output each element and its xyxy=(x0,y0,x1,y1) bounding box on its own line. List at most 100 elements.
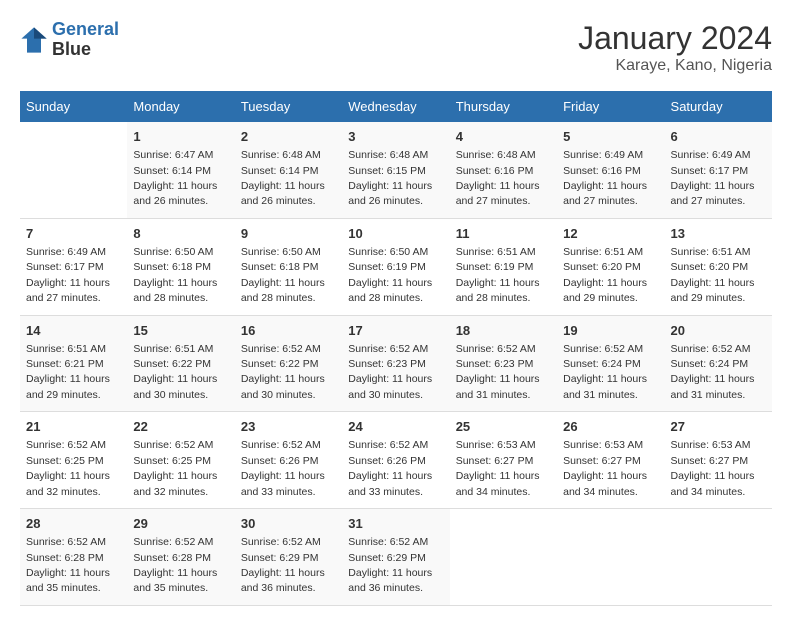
day-number: 19 xyxy=(563,322,658,340)
logo-line2: Blue xyxy=(52,40,119,60)
day-info: Sunrise: 6:47 AMSunset: 6:14 PMDaylight:… xyxy=(133,149,217,207)
logo: General Blue xyxy=(20,20,119,60)
calendar-cell xyxy=(20,122,127,218)
week-row-1: 7 Sunrise: 6:49 AMSunset: 6:17 PMDayligh… xyxy=(20,218,772,315)
day-number: 9 xyxy=(241,225,336,243)
day-number: 6 xyxy=(671,128,766,146)
calendar-cell: 2 Sunrise: 6:48 AMSunset: 6:14 PMDayligh… xyxy=(235,122,342,218)
day-info: Sunrise: 6:52 AMSunset: 6:23 PMDaylight:… xyxy=(456,343,540,401)
calendar-cell xyxy=(557,509,664,606)
day-info: Sunrise: 6:51 AMSunset: 6:21 PMDaylight:… xyxy=(26,343,110,401)
calendar-title: January 2024 xyxy=(578,20,772,57)
day-info: Sunrise: 6:52 AMSunset: 6:24 PMDaylight:… xyxy=(671,343,755,401)
day-info: Sunrise: 6:52 AMSunset: 6:28 PMDaylight:… xyxy=(26,536,110,594)
day-info: Sunrise: 6:48 AMSunset: 6:15 PMDaylight:… xyxy=(348,149,432,207)
day-number: 12 xyxy=(563,225,658,243)
title-block: January 2024 Karaye, Kano, Nigeria xyxy=(578,20,772,75)
day-number: 15 xyxy=(133,322,228,340)
calendar-cell: 29 Sunrise: 6:52 AMSunset: 6:28 PMDaylig… xyxy=(127,509,234,606)
day-number: 17 xyxy=(348,322,443,340)
day-info: Sunrise: 6:48 AMSunset: 6:16 PMDaylight:… xyxy=(456,149,540,207)
day-number: 7 xyxy=(26,225,121,243)
calendar-cell: 30 Sunrise: 6:52 AMSunset: 6:29 PMDaylig… xyxy=(235,509,342,606)
day-number: 16 xyxy=(241,322,336,340)
day-number: 5 xyxy=(563,128,658,146)
day-info: Sunrise: 6:51 AMSunset: 6:20 PMDaylight:… xyxy=(563,246,647,304)
calendar-cell: 10 Sunrise: 6:50 AMSunset: 6:19 PMDaylig… xyxy=(342,218,449,315)
page-header: General Blue January 2024 Karaye, Kano, … xyxy=(20,20,772,75)
day-number: 24 xyxy=(348,418,443,436)
day-info: Sunrise: 6:52 AMSunset: 6:29 PMDaylight:… xyxy=(348,536,432,594)
header-day-sunday: Sunday xyxy=(20,91,127,122)
day-number: 22 xyxy=(133,418,228,436)
day-info: Sunrise: 6:52 AMSunset: 6:28 PMDaylight:… xyxy=(133,536,217,594)
calendar-cell: 11 Sunrise: 6:51 AMSunset: 6:19 PMDaylig… xyxy=(450,218,557,315)
day-info: Sunrise: 6:51 AMSunset: 6:22 PMDaylight:… xyxy=(133,343,217,401)
calendar-cell: 7 Sunrise: 6:49 AMSunset: 6:17 PMDayligh… xyxy=(20,218,127,315)
calendar-header: SundayMondayTuesdayWednesdayThursdayFrid… xyxy=(20,91,772,122)
day-number: 29 xyxy=(133,515,228,533)
day-number: 11 xyxy=(456,225,551,243)
calendar-subtitle: Karaye, Kano, Nigeria xyxy=(578,57,772,75)
calendar-cell: 9 Sunrise: 6:50 AMSunset: 6:18 PMDayligh… xyxy=(235,218,342,315)
day-info: Sunrise: 6:50 AMSunset: 6:19 PMDaylight:… xyxy=(348,246,432,304)
day-info: Sunrise: 6:48 AMSunset: 6:14 PMDaylight:… xyxy=(241,149,325,207)
day-number: 2 xyxy=(241,128,336,146)
calendar-cell: 13 Sunrise: 6:51 AMSunset: 6:20 PMDaylig… xyxy=(665,218,772,315)
calendar-cell: 26 Sunrise: 6:53 AMSunset: 6:27 PMDaylig… xyxy=(557,412,664,509)
day-number: 30 xyxy=(241,515,336,533)
week-row-4: 28 Sunrise: 6:52 AMSunset: 6:28 PMDaylig… xyxy=(20,509,772,606)
day-info: Sunrise: 6:50 AMSunset: 6:18 PMDaylight:… xyxy=(241,246,325,304)
day-info: Sunrise: 6:52 AMSunset: 6:23 PMDaylight:… xyxy=(348,343,432,401)
day-info: Sunrise: 6:49 AMSunset: 6:17 PMDaylight:… xyxy=(671,149,755,207)
calendar-cell: 28 Sunrise: 6:52 AMSunset: 6:28 PMDaylig… xyxy=(20,509,127,606)
day-number: 18 xyxy=(456,322,551,340)
header-day-tuesday: Tuesday xyxy=(235,91,342,122)
day-number: 25 xyxy=(456,418,551,436)
calendar-cell: 12 Sunrise: 6:51 AMSunset: 6:20 PMDaylig… xyxy=(557,218,664,315)
calendar-cell: 23 Sunrise: 6:52 AMSunset: 6:26 PMDaylig… xyxy=(235,412,342,509)
day-info: Sunrise: 6:50 AMSunset: 6:18 PMDaylight:… xyxy=(133,246,217,304)
calendar-cell: 22 Sunrise: 6:52 AMSunset: 6:25 PMDaylig… xyxy=(127,412,234,509)
calendar-cell: 17 Sunrise: 6:52 AMSunset: 6:23 PMDaylig… xyxy=(342,315,449,412)
day-number: 27 xyxy=(671,418,766,436)
header-day-monday: Monday xyxy=(127,91,234,122)
calendar-cell: 25 Sunrise: 6:53 AMSunset: 6:27 PMDaylig… xyxy=(450,412,557,509)
day-number: 13 xyxy=(671,225,766,243)
day-number: 20 xyxy=(671,322,766,340)
day-info: Sunrise: 6:53 AMSunset: 6:27 PMDaylight:… xyxy=(563,439,647,497)
header-day-thursday: Thursday xyxy=(450,91,557,122)
header-day-friday: Friday xyxy=(557,91,664,122)
header-row: SundayMondayTuesdayWednesdayThursdayFrid… xyxy=(20,91,772,122)
calendar-cell: 20 Sunrise: 6:52 AMSunset: 6:24 PMDaylig… xyxy=(665,315,772,412)
week-row-2: 14 Sunrise: 6:51 AMSunset: 6:21 PMDaylig… xyxy=(20,315,772,412)
day-info: Sunrise: 6:52 AMSunset: 6:25 PMDaylight:… xyxy=(133,439,217,497)
calendar-cell: 1 Sunrise: 6:47 AMSunset: 6:14 PMDayligh… xyxy=(127,122,234,218)
logo-icon xyxy=(20,26,48,54)
calendar-cell: 27 Sunrise: 6:53 AMSunset: 6:27 PMDaylig… xyxy=(665,412,772,509)
day-info: Sunrise: 6:52 AMSunset: 6:22 PMDaylight:… xyxy=(241,343,325,401)
calendar-cell: 18 Sunrise: 6:52 AMSunset: 6:23 PMDaylig… xyxy=(450,315,557,412)
calendar-cell: 24 Sunrise: 6:52 AMSunset: 6:26 PMDaylig… xyxy=(342,412,449,509)
header-day-saturday: Saturday xyxy=(665,91,772,122)
calendar-table: SundayMondayTuesdayWednesdayThursdayFrid… xyxy=(20,91,772,606)
calendar-cell: 8 Sunrise: 6:50 AMSunset: 6:18 PMDayligh… xyxy=(127,218,234,315)
day-info: Sunrise: 6:53 AMSunset: 6:27 PMDaylight:… xyxy=(456,439,540,497)
day-info: Sunrise: 6:51 AMSunset: 6:19 PMDaylight:… xyxy=(456,246,540,304)
day-number: 3 xyxy=(348,128,443,146)
day-number: 14 xyxy=(26,322,121,340)
calendar-cell: 16 Sunrise: 6:52 AMSunset: 6:22 PMDaylig… xyxy=(235,315,342,412)
day-number: 26 xyxy=(563,418,658,436)
calendar-cell: 19 Sunrise: 6:52 AMSunset: 6:24 PMDaylig… xyxy=(557,315,664,412)
day-info: Sunrise: 6:49 AMSunset: 6:16 PMDaylight:… xyxy=(563,149,647,207)
day-number: 10 xyxy=(348,225,443,243)
day-info: Sunrise: 6:52 AMSunset: 6:24 PMDaylight:… xyxy=(563,343,647,401)
calendar-cell xyxy=(450,509,557,606)
logo-line1: General xyxy=(52,19,119,39)
day-info: Sunrise: 6:52 AMSunset: 6:26 PMDaylight:… xyxy=(348,439,432,497)
day-number: 1 xyxy=(133,128,228,146)
header-day-wednesday: Wednesday xyxy=(342,91,449,122)
week-row-0: 1 Sunrise: 6:47 AMSunset: 6:14 PMDayligh… xyxy=(20,122,772,218)
calendar-cell: 3 Sunrise: 6:48 AMSunset: 6:15 PMDayligh… xyxy=(342,122,449,218)
calendar-cell: 31 Sunrise: 6:52 AMSunset: 6:29 PMDaylig… xyxy=(342,509,449,606)
